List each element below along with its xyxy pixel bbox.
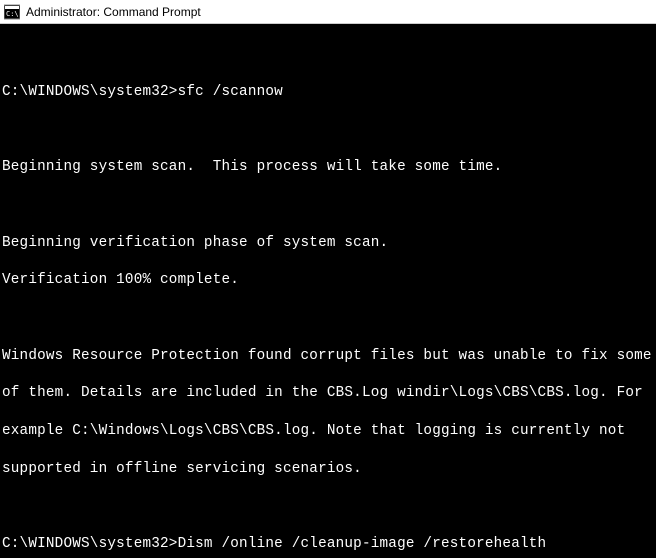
svg-text:C:\: C:\ [6, 10, 19, 18]
output-line: supported in offline servicing scenarios… [2, 460, 654, 479]
cmd-icon: C:\ [4, 4, 20, 20]
title-bar[interactable]: C:\ Administrator: Command Prompt [0, 0, 656, 24]
output-line: Verification 100% complete. [2, 271, 654, 290]
output-line: of them. Details are included in the CBS… [2, 384, 654, 403]
terminal-blank [2, 498, 654, 517]
prompt-prefix: C:\WINDOWS\system32> [2, 536, 178, 552]
terminal-blank [2, 309, 654, 328]
output-line: example C:\Windows\Logs\CBS\CBS.log. Not… [2, 422, 654, 441]
terminal-blank [2, 120, 654, 139]
terminal-blank [2, 45, 654, 64]
output-line: Beginning verification phase of system s… [2, 234, 654, 253]
terminal-body[interactable]: C:\WINDOWS\system32>sfc /scannow Beginni… [0, 24, 656, 558]
prompt-prefix: C:\WINDOWS\system32> [2, 84, 178, 100]
prompt-command: sfc /scannow [178, 84, 283, 100]
prompt-command: Dism /online /cleanup-image /restoreheal… [178, 536, 547, 552]
prompt-line-1: C:\WINDOWS\system32>sfc /scannow [2, 83, 654, 102]
output-line: Beginning system scan. This process will… [2, 158, 654, 177]
terminal-blank [2, 196, 654, 215]
window-title: Administrator: Command Prompt [26, 5, 201, 19]
output-line: Windows Resource Protection found corrup… [2, 347, 654, 366]
prompt-line-2: C:\WINDOWS\system32>Dism /online /cleanu… [2, 535, 654, 554]
